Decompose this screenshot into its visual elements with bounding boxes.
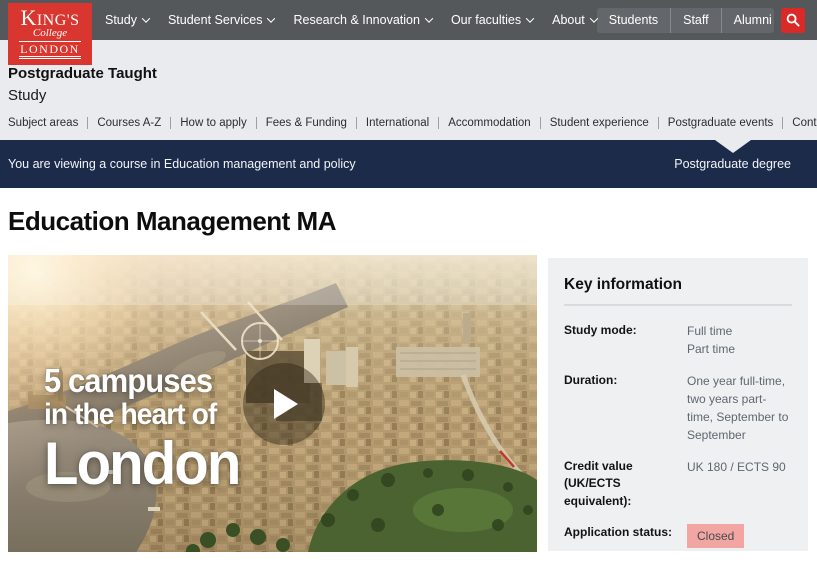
study-mode-full-time: Full time xyxy=(687,322,792,340)
row-value-credit-value: UK 180 / ECTS 90 xyxy=(687,458,792,510)
menu-item-label: Our faculties xyxy=(451,13,521,27)
menu-item-label: Study xyxy=(105,13,137,27)
course-video-thumbnail[interactable]: 5 campuses in the heart of London xyxy=(8,255,537,552)
alumni-link[interactable]: Alumni xyxy=(721,8,775,33)
section-title: Postgraduate Taught xyxy=(8,65,809,82)
menu-item-label: Research & Innovation xyxy=(293,13,419,27)
key-information-heading: Key information xyxy=(564,276,792,294)
chevron-down-icon xyxy=(267,14,275,22)
main-content: Education Management MA xyxy=(0,204,817,552)
section-nav: Subject areas Courses A-Z How to apply F… xyxy=(8,117,809,129)
overlay-line-2: in the heart of xyxy=(44,399,239,431)
nav-link-courses-az[interactable]: Courses A-Z xyxy=(87,117,161,129)
row-label-duration: Duration: xyxy=(564,372,683,444)
row-label-study-mode: Study mode: xyxy=(564,322,683,358)
section-subtitle: Study xyxy=(8,87,809,104)
search-icon xyxy=(786,13,800,27)
section-header: Postgraduate Taught Study Subject areas … xyxy=(0,40,817,140)
logo-line-london: LONDON xyxy=(19,41,81,59)
nav-link-subject-areas[interactable]: Subject areas xyxy=(8,117,78,129)
menu-item-label: About xyxy=(552,13,585,27)
overlay-line-3: London xyxy=(44,432,239,497)
chevron-down-icon xyxy=(526,14,534,22)
play-icon[interactable] xyxy=(274,389,298,419)
course-context-banner: You are viewing a course in Education ma… xyxy=(0,140,817,188)
study-mode-part-time: Part time xyxy=(687,340,792,358)
search-button[interactable] xyxy=(781,8,805,33)
menu-item-label: Student Services xyxy=(168,13,263,27)
divider xyxy=(564,304,792,306)
nav-link-postgraduate-events[interactable]: Postgraduate events xyxy=(658,117,774,129)
nav-link-student-experience[interactable]: Student experience xyxy=(540,117,649,129)
chevron-down-icon xyxy=(425,14,433,22)
banner-message: You are viewing a course in Education ma… xyxy=(8,157,356,171)
menu-item-student-services[interactable]: Student Services xyxy=(168,13,275,27)
logo-line-kings: KING'S xyxy=(8,10,92,28)
nav-link-accommodation[interactable]: Accommodation xyxy=(438,117,530,129)
audience-links: Students Staff Alumni xyxy=(597,8,775,33)
kings-college-london-logo[interactable]: KING'S College LONDON xyxy=(8,3,92,65)
menu-item-about[interactable]: About xyxy=(552,13,597,27)
video-overlay-text: 5 campuses in the heart of London xyxy=(44,363,239,497)
chevron-down-icon xyxy=(142,14,150,22)
row-label-credit-value: Credit value (UK/ECTS equivalent): xyxy=(564,458,683,510)
nav-link-international[interactable]: International xyxy=(356,117,429,129)
nav-link-how-to-apply[interactable]: How to apply xyxy=(170,117,246,129)
row-label-application-status: Application status: xyxy=(564,524,683,548)
row-value-study-mode: Full time Part time xyxy=(687,322,792,358)
menu-item-research-innovation[interactable]: Research & Innovation xyxy=(293,13,431,27)
key-information-panel: Key information Study mode: Full time Pa… xyxy=(548,258,808,551)
staff-link[interactable]: Staff xyxy=(670,8,720,33)
row-value-application-status: Closed xyxy=(687,524,792,548)
menu-item-our-faculties[interactable]: Our faculties xyxy=(451,13,533,27)
status-badge-closed: Closed xyxy=(687,524,744,548)
key-information-table: Study mode: Full time Part time Duration… xyxy=(564,322,792,563)
main-menu: Study Student Services Research & Innova… xyxy=(105,13,597,27)
top-navbar: KING'S College LONDON Study Student Serv… xyxy=(0,0,817,40)
overlay-line-1: 5 campuses xyxy=(44,363,239,399)
nav-link-fees-funding[interactable]: Fees & Funding xyxy=(256,117,347,129)
banner-category: Postgraduate degree xyxy=(674,157,791,171)
row-value-duration: One year full-time, two years part-time,… xyxy=(687,372,792,444)
banner-notch xyxy=(715,140,751,153)
page-title: Education Management MA xyxy=(8,204,809,238)
nav-link-contact-us[interactable]: Contact us xyxy=(782,117,817,129)
menu-item-study[interactable]: Study xyxy=(105,13,149,27)
students-link[interactable]: Students xyxy=(597,8,670,33)
